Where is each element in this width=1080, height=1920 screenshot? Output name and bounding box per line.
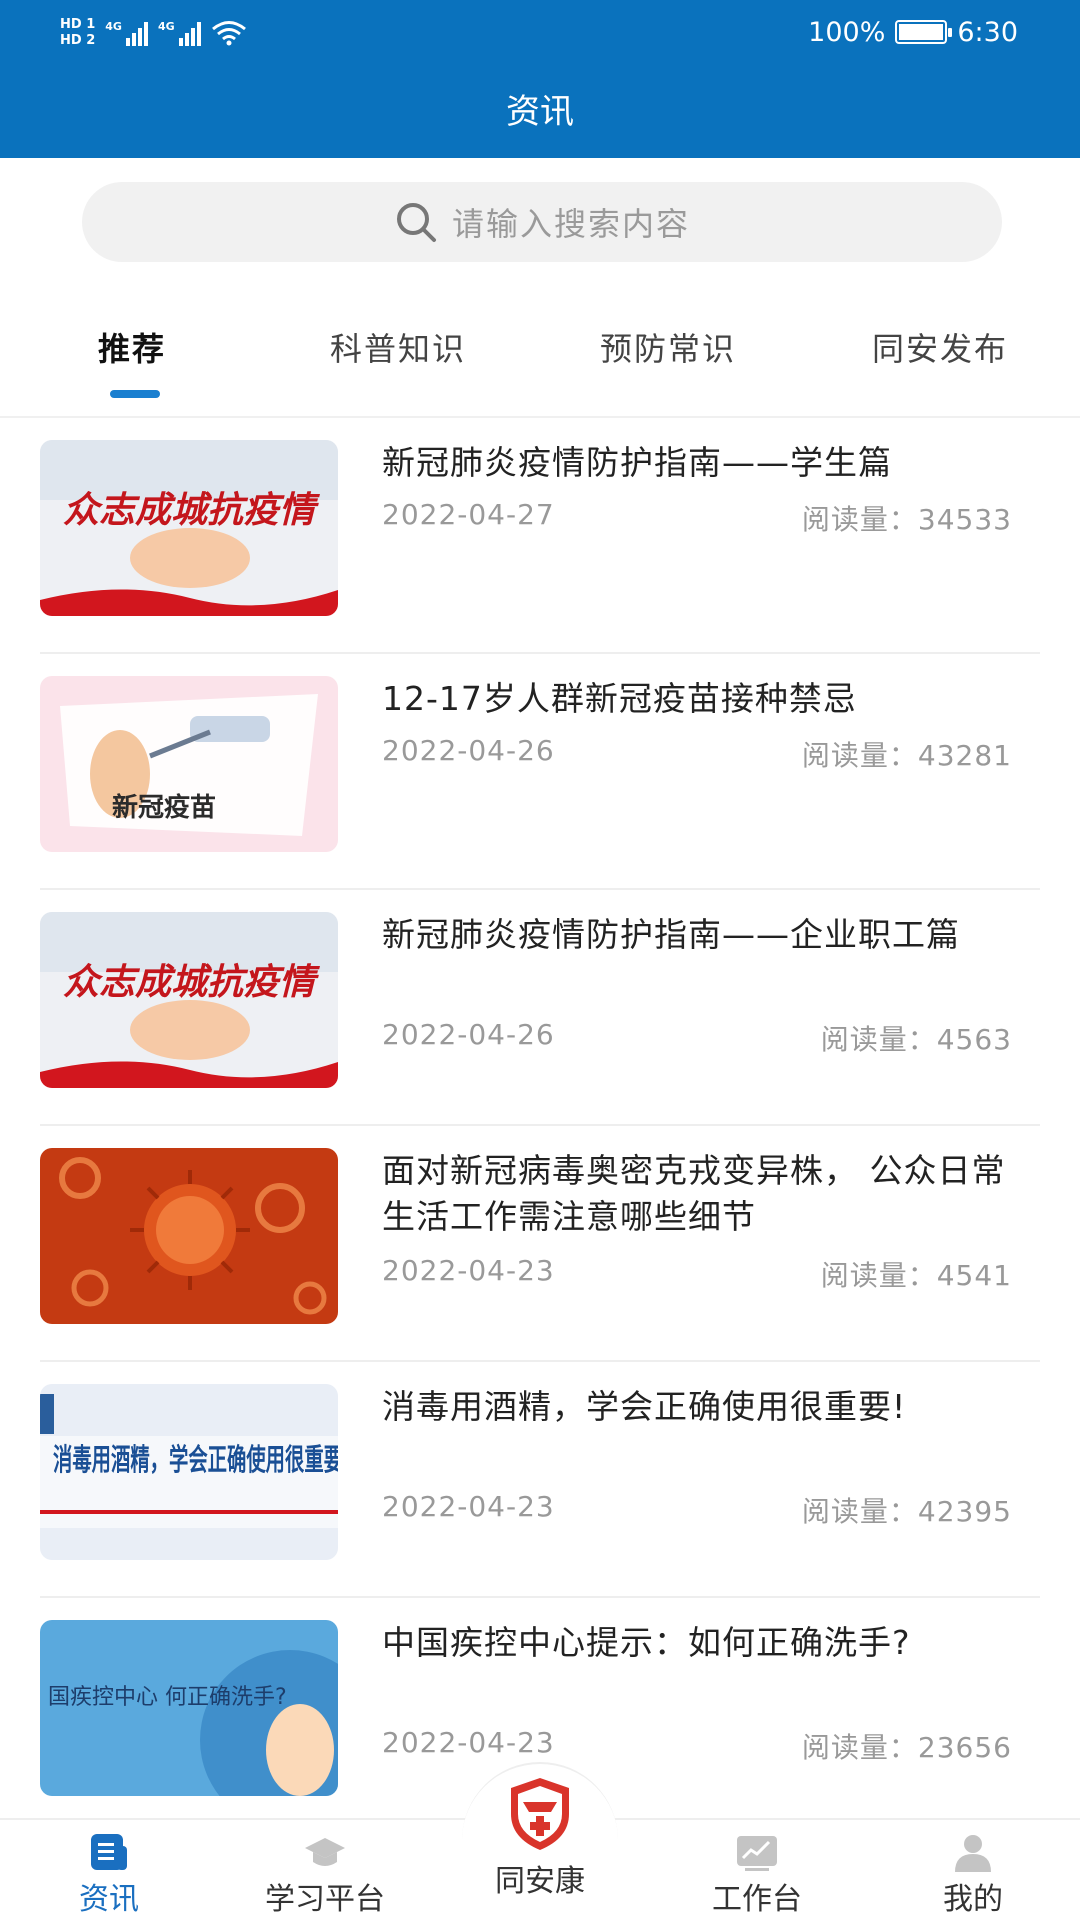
- search-icon: [396, 203, 436, 242]
- article-date: 2022-04-23: [382, 1490, 555, 1523]
- nav-label: 同安康: [495, 1864, 585, 1899]
- list-item[interactable]: 众志成城抗疫情 新冠肺炎疫情防护指南——企业职工篇 2022-04-26 阅读量…: [40, 890, 1040, 1126]
- list-item[interactable]: 面对新冠病毒奥密克戎变异株， 公众日常生活工作需注意哪些细节 2022-04-2…: [40, 1126, 1040, 1362]
- nav-tong-an-kang[interactable]: 同安康: [455, 1772, 625, 1920]
- article-thumbnail: 众志成城抗疫情: [40, 912, 338, 1088]
- article-title: 12-17岁人群新冠疫苗接种禁忌: [382, 679, 857, 718]
- chart-icon: [737, 1836, 777, 1871]
- article-date: 2022-04-23: [382, 1254, 555, 1287]
- article-date: 2022-04-23: [382, 1726, 555, 1759]
- tab-recommend[interactable]: 推荐: [98, 324, 166, 370]
- article-title: 消毒用酒精，学会正确使用很重要!: [382, 1387, 907, 1426]
- list-item[interactable]: 消毒用酒精，学会正确使用很重要 消毒用酒精，学会正确使用很重要! 2022-04…: [40, 1362, 1040, 1598]
- tab-science[interactable]: 科普知识: [330, 324, 466, 370]
- article-title: 面对新冠病毒奥密克戎变异株， 公众日常生活工作需注意哪些细节: [382, 1151, 1006, 1236]
- tab-prevention[interactable]: 预防常识: [600, 324, 736, 370]
- nav-label: 我的: [943, 1882, 1003, 1917]
- article-title: 新冠肺炎疫情防护指南——学生篇: [382, 443, 892, 482]
- thumb-caption: 消毒用酒精，学会正确使用很重要: [53, 1443, 338, 1478]
- shield-cross-icon: [511, 1778, 569, 1850]
- list-item[interactable]: 众志成城抗疫情 新冠肺炎疫情防护指南——学生篇 2022-04-27 阅读量：3…: [40, 418, 1040, 654]
- article-read-count: 阅读量：4563: [820, 1023, 1012, 1056]
- article-read-count: 阅读量：34533: [801, 503, 1012, 536]
- article-date: 2022-04-27: [382, 498, 555, 531]
- page-title: 资讯: [506, 92, 574, 132]
- nav-label: 工作台: [712, 1882, 802, 1917]
- article-thumbnail: 新冠疫苗: [40, 676, 338, 852]
- search-placeholder: 请输入搜索内容: [451, 205, 690, 243]
- app-header: HD 1 HD 2 4G 4G 100% 6:30 资讯: [0, 0, 1080, 158]
- thumb-caption: 新冠疫苗: [112, 792, 216, 823]
- nav-learning[interactable]: 学习平台: [240, 1824, 410, 1920]
- list-item[interactable]: 新冠疫苗 12-17岁人群新冠疫苗接种禁忌 2022-04-26 阅读量：432…: [40, 654, 1040, 890]
- battery-percent: 100%: [808, 16, 886, 48]
- article-title: 新冠肺炎疫情防护指南——企业职工篇: [382, 915, 960, 954]
- article-read-count: 阅读量：43281: [801, 739, 1012, 772]
- clock: 6:30: [957, 16, 1018, 48]
- status-right: 100% 6:30: [808, 12, 1018, 52]
- sim2-network-label: 4G: [157, 20, 175, 33]
- active-tab-indicator: [110, 390, 160, 398]
- thumb-caption: 国疾控中心 何正确洗手?: [48, 1685, 287, 1710]
- category-tabs: 推荐 科普知识 预防常识 同安发布: [0, 310, 1080, 400]
- search-input[interactable]: 请输入搜索内容: [82, 182, 1002, 262]
- thumb-caption: 众志成城抗疫情: [63, 962, 320, 1002]
- nav-label: 资讯: [79, 1882, 139, 1917]
- news-icon: [91, 1834, 127, 1870]
- article-thumbnail: [40, 1148, 338, 1324]
- hd1-badge: HD 1: [60, 17, 96, 32]
- sim1-network-label: 4G: [105, 20, 122, 33]
- nav-label: 学习平台: [265, 1882, 385, 1917]
- article-read-count: 阅读量：4541: [820, 1259, 1012, 1292]
- thumb-caption: 众志成城抗疫情: [63, 490, 320, 530]
- article-date: 2022-04-26: [382, 1018, 555, 1051]
- hd-badges: HD 1 HD 2: [60, 17, 95, 49]
- article-read-count: 阅读量：23656: [801, 1731, 1012, 1764]
- article-thumbnail: 消毒用酒精，学会正确使用很重要: [40, 1384, 338, 1560]
- nav-profile[interactable]: 我的: [888, 1824, 1058, 1920]
- hd2-badge: HD 2: [60, 33, 96, 48]
- graduation-cap-icon: [305, 1838, 345, 1866]
- status-bar: HD 1 HD 2 4G 4G 100% 6:30: [0, 0, 1080, 64]
- wifi-icon: [211, 21, 246, 46]
- nav-news[interactable]: 资讯: [24, 1824, 194, 1920]
- article-thumbnail: 众志成城抗疫情: [40, 440, 338, 616]
- battery-icon: [895, 20, 953, 44]
- network-indicators: HD 1 HD 2 4G 4G: [60, 8, 247, 58]
- tab-tongan-release[interactable]: 同安发布: [872, 324, 1008, 370]
- user-icon: [955, 1835, 991, 1872]
- article-read-count: 阅读量：42395: [801, 1495, 1012, 1528]
- article-title: 中国疾控中心提示：如何正确洗手?: [382, 1623, 911, 1662]
- nav-workbench[interactable]: 工作台: [672, 1824, 842, 1920]
- article-thumbnail: 国疾控中心 何正确洗手?: [40, 1620, 338, 1796]
- article-date: 2022-04-26: [382, 734, 555, 767]
- signal-icon: 4G: [105, 20, 148, 46]
- signal-icon: 4G: [158, 20, 201, 46]
